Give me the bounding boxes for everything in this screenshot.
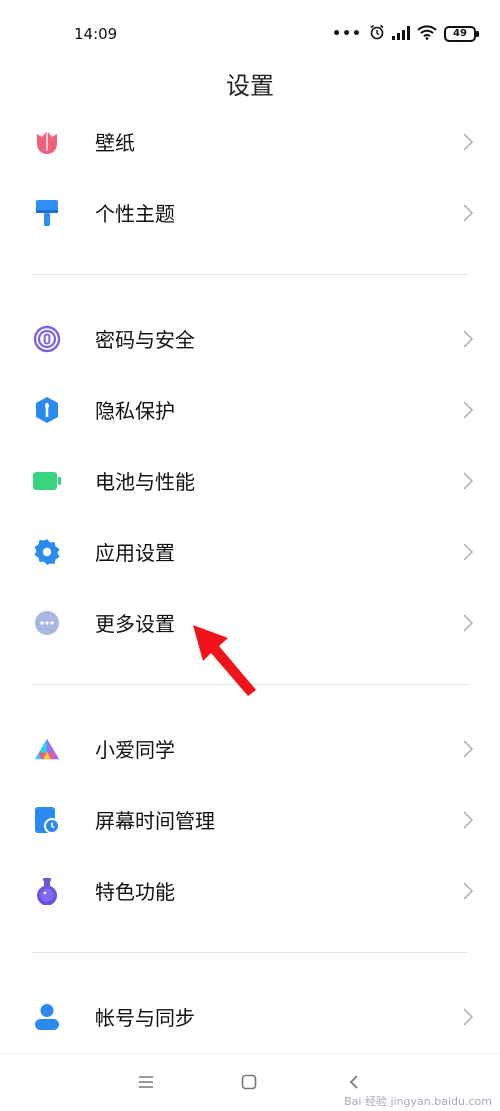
chevron-right-icon xyxy=(463,203,474,222)
paint-brush-icon xyxy=(33,199,61,227)
chevron-right-icon xyxy=(463,1007,474,1026)
group-divider xyxy=(0,248,500,303)
navigation-bar: Bai 经验 jingyan.baidu.com xyxy=(0,1053,500,1111)
settings-item-label: 帐号与同步 xyxy=(95,1006,195,1030)
gear-icon xyxy=(33,538,61,566)
settings-item-label: 更多设置 xyxy=(95,612,175,636)
back-icon[interactable] xyxy=(342,1070,366,1094)
menu-icon[interactable] xyxy=(134,1070,158,1094)
settings-item-wallpaper[interactable]: 壁纸 xyxy=(0,106,500,177)
chevron-right-icon xyxy=(463,881,474,900)
settings-item-label: 电池与性能 xyxy=(95,470,195,494)
annotation-arrow-icon xyxy=(193,625,256,696)
settings-item-label: 特色功能 xyxy=(95,880,175,904)
more-dots-icon xyxy=(33,609,61,637)
battery-status-icon: 49 xyxy=(444,26,479,42)
chevron-right-icon xyxy=(463,739,474,758)
status-icons: ••• 49 xyxy=(332,24,479,44)
settings-item-app-settings[interactable]: 应用设置 xyxy=(0,516,500,587)
settings-item-label: 密码与安全 xyxy=(95,328,195,352)
settings-item-label: 应用设置 xyxy=(95,541,175,565)
settings-item-account-sync[interactable]: 帐号与同步 xyxy=(0,981,500,1052)
settings-item-privacy[interactable]: 隐私保护 xyxy=(0,374,500,445)
screen-time-icon xyxy=(33,806,61,834)
account-icon xyxy=(33,1003,61,1031)
page-title: 设置 xyxy=(226,72,274,100)
settings-item-label: 小爱同学 xyxy=(95,738,175,762)
chevron-right-icon xyxy=(463,542,474,561)
settings-item-label: 壁纸 xyxy=(95,131,135,155)
settings-item-battery-performance[interactable]: 电池与性能 xyxy=(0,445,500,516)
settings-item-label: 个性主题 xyxy=(95,202,175,226)
settings-item-label: 屏幕时间管理 xyxy=(95,809,215,833)
flask-icon xyxy=(33,877,61,905)
status-time: 14:09 xyxy=(74,25,118,43)
chevron-right-icon xyxy=(463,132,474,151)
settings-item-label: 隐私保护 xyxy=(95,399,175,423)
more-notifications-icon: ••• xyxy=(332,26,362,42)
group-divider xyxy=(0,926,500,981)
battery-icon xyxy=(33,467,61,495)
settings-item-screen-time[interactable]: 屏幕时间管理 xyxy=(0,784,500,855)
home-icon[interactable] xyxy=(237,1070,261,1094)
settings-list: 壁纸 个性主题 密码与安全 隐私保护 电池与性能 应用设置 更多设置 小爱同学 … xyxy=(0,106,500,1052)
chevron-right-icon xyxy=(463,471,474,490)
tulip-icon xyxy=(33,128,61,156)
status-bar: 14:09 ••• 49 xyxy=(0,0,500,60)
chevron-right-icon xyxy=(463,329,474,348)
alarm-icon xyxy=(369,24,385,44)
watermark: Bai 经验 jingyan.baidu.com xyxy=(344,1095,492,1108)
settings-item-xiaoai[interactable]: 小爱同学 xyxy=(0,713,500,784)
settings-item-password-security[interactable]: 密码与安全 xyxy=(0,303,500,374)
fingerprint-icon xyxy=(33,325,61,353)
privacy-shield-icon xyxy=(33,396,61,424)
settings-item-features[interactable]: 特色功能 xyxy=(0,855,500,926)
chevron-right-icon xyxy=(463,810,474,829)
settings-item-theme[interactable]: 个性主题 xyxy=(0,177,500,248)
signal-icon xyxy=(392,25,410,44)
chevron-right-icon xyxy=(463,613,474,632)
wifi-icon xyxy=(417,24,437,44)
xiaoai-icon xyxy=(33,735,61,763)
chevron-right-icon xyxy=(463,400,474,419)
